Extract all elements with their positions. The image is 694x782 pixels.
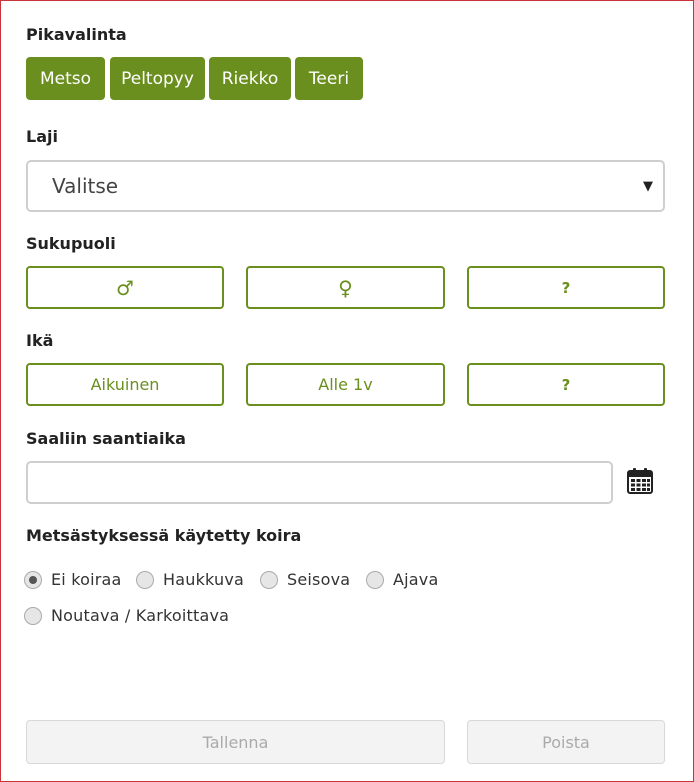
species-select-value: Valitse <box>52 174 119 198</box>
age-under-1y-button[interactable]: Alle 1v <box>246 363 445 406</box>
quick-select-teeri-button[interactable]: Teeri <box>295 57 363 100</box>
gender-unknown-button[interactable]: ? <box>467 266 665 309</box>
dog-option-retrieving[interactable]: Noutava / Karkoittava <box>24 606 229 625</box>
age-adult-button[interactable]: Aikuinen <box>26 363 224 406</box>
dog-label: Metsästyksessä käytetty koira <box>26 526 302 545</box>
dog-option-driving[interactable]: Ajava <box>366 570 438 589</box>
dog-option-pointing[interactable]: Seisova <box>260 570 350 589</box>
radio-icon[interactable] <box>136 570 154 589</box>
gender-male-button[interactable]: ♂ <box>26 266 224 309</box>
species-label: Laji <box>26 127 58 146</box>
radio-icon[interactable] <box>260 570 278 589</box>
save-button[interactable]: Tallenna <box>26 720 445 764</box>
delete-button[interactable]: Poista <box>467 720 665 764</box>
age-unknown-button[interactable]: ? <box>467 363 665 406</box>
female-icon: ♀ <box>338 275 353 300</box>
dog-option-none[interactable]: Ei koiraa <box>24 570 122 589</box>
radio-icon[interactable] <box>24 606 42 625</box>
quick-select-label: Pikavalinta <box>26 25 127 44</box>
catch-time-label: Saaliin saantiaika <box>26 429 186 448</box>
radio-selected-icon[interactable] <box>24 570 42 589</box>
dog-option-label: Haukkuva <box>163 570 245 589</box>
dropdown-arrow-icon: ▼ <box>643 179 653 194</box>
species-select[interactable]: Valitse ▼ <box>26 160 665 212</box>
catch-time-input[interactable] <box>26 461 613 504</box>
dog-option-label: Seisova <box>287 570 351 589</box>
dog-option-barking[interactable]: Haukkuva <box>136 570 244 589</box>
radio-icon[interactable] <box>366 570 384 589</box>
quick-select-peltopyy-button[interactable]: Peltopyy <box>110 57 205 100</box>
quick-select-riekko-button[interactable]: Riekko <box>209 57 291 100</box>
gender-female-button[interactable]: ♀ <box>246 266 445 309</box>
dog-option-label: Ei koiraa <box>51 570 122 589</box>
male-icon: ♂ <box>116 275 134 300</box>
calendar-icon[interactable] <box>627 467 653 494</box>
age-label: Ikä <box>26 331 54 350</box>
dog-option-label: Ajava <box>393 570 439 589</box>
dog-option-label: Noutava / Karkoittava <box>51 606 230 625</box>
gender-label: Sukupuoli <box>26 234 116 253</box>
quick-select-metso-button[interactable]: Metso <box>26 57 105 100</box>
